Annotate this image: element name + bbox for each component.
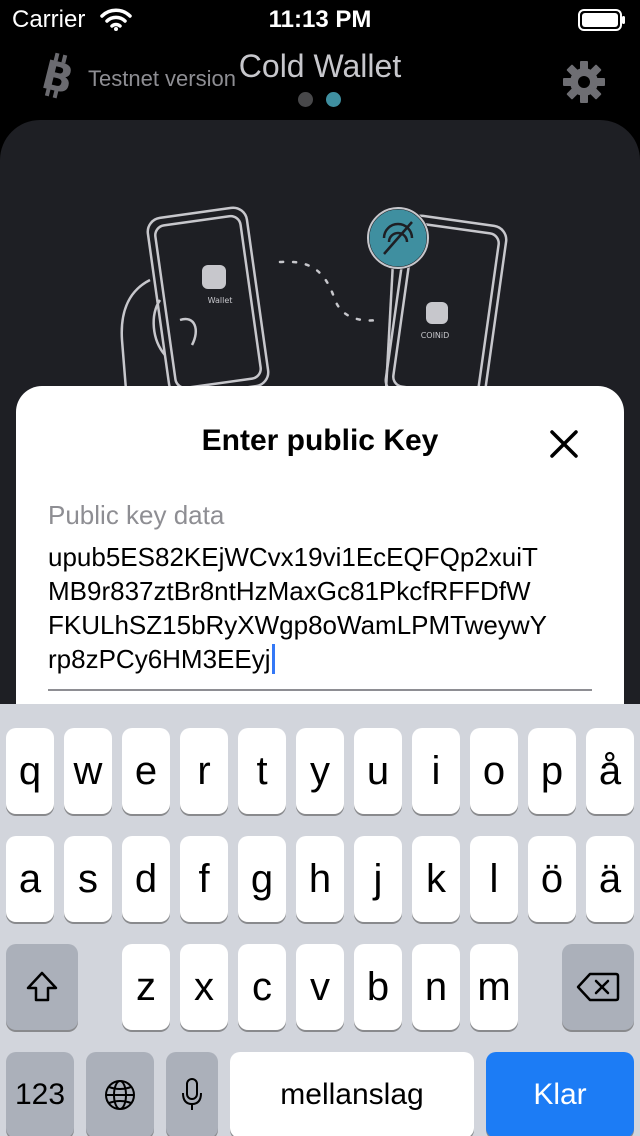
microphone-icon [182, 1078, 202, 1110]
key-x[interactable]: x [180, 944, 228, 1030]
illustration-wallet-label: Wallet [208, 296, 233, 305]
key-u[interactable]: u [354, 728, 402, 814]
dialog-title: Enter public Key [201, 424, 439, 457]
public-key-line: upub5ES82KEjWCvx19vi1EcEQFQp2xuiT [48, 542, 538, 572]
key-a-umlaut[interactable]: ä [586, 836, 634, 922]
public-key-line: FKULhSZ15bRyXWgp8oWamLPMTweywY [48, 610, 547, 640]
app-title: Cold Wallet [238, 48, 402, 84]
key-a[interactable]: a [6, 836, 54, 922]
globe-key[interactable] [86, 1052, 154, 1136]
wallet-pairing-illustration: Wallet COINiD [120, 206, 508, 390]
shift-icon [26, 971, 58, 1002]
input-underline [48, 689, 592, 691]
keyboard: q w e r t y u i o p å a s d f g h j k l … [0, 704, 640, 1136]
key-y[interactable]: y [296, 728, 344, 814]
key-a-ring[interactable]: å [586, 728, 634, 814]
key-s[interactable]: s [64, 836, 112, 922]
key-t[interactable]: t [238, 728, 286, 814]
key-z[interactable]: z [122, 944, 170, 1030]
public-key-field-label: Public key data [48, 500, 225, 530]
key-e[interactable]: e [122, 728, 170, 814]
clock: 11:13 PM [268, 6, 372, 33]
key-w[interactable]: w [64, 728, 112, 814]
key-h[interactable]: h [296, 836, 344, 922]
status-bar: Carrier 11:13 PM [0, 0, 640, 40]
shift-key[interactable] [6, 944, 78, 1030]
key-v[interactable]: v [296, 944, 344, 1030]
page-indicator[interactable] [298, 92, 348, 108]
battery-icon [578, 9, 625, 31]
key-o-umlaut[interactable]: ö [528, 836, 576, 922]
public-key-input[interactable]: upub5ES82KEjWCvx19vi1EcEQFQp2xuiT MB9r83… [48, 540, 594, 676]
backspace-icon [576, 972, 620, 1002]
numbers-key[interactable]: 123 [6, 1052, 74, 1136]
key-i[interactable]: i [412, 728, 460, 814]
key-o[interactable]: o [470, 728, 518, 814]
page-dot-1[interactable] [298, 92, 313, 107]
key-p[interactable]: p [528, 728, 576, 814]
globe-icon [105, 1080, 135, 1110]
key-n[interactable]: n [412, 944, 460, 1030]
text-caret [271, 644, 275, 674]
key-c[interactable]: c [238, 944, 286, 1030]
key-l[interactable]: l [470, 836, 518, 922]
key-j[interactable]: j [354, 836, 402, 922]
done-key[interactable]: Klar [486, 1052, 634, 1136]
key-m[interactable]: m [470, 944, 518, 1030]
key-k[interactable]: k [412, 836, 460, 922]
key-b[interactable]: b [354, 944, 402, 1030]
dictation-key[interactable] [166, 1052, 218, 1136]
key-d[interactable]: d [122, 836, 170, 922]
app-header: B Testnet version Cold Wallet [0, 40, 640, 120]
key-q[interactable]: q [6, 728, 54, 814]
key-f[interactable]: f [180, 836, 228, 922]
public-key-line: rp8zPCy6HM3EEyj [48, 644, 271, 674]
gear-icon[interactable] [562, 60, 606, 104]
backspace-key[interactable] [562, 944, 634, 1030]
page-dot-2-active[interactable] [326, 92, 341, 107]
close-icon[interactable] [546, 426, 582, 462]
key-r[interactable]: r [180, 728, 228, 814]
space-key[interactable]: mellanslag [230, 1052, 474, 1136]
illustration-coinid-label: COINiD [421, 331, 450, 340]
key-g[interactable]: g [238, 836, 286, 922]
public-key-line: MB9r837ztBr8ntHzMaxGc81PkcfRFFDfW [48, 576, 531, 606]
